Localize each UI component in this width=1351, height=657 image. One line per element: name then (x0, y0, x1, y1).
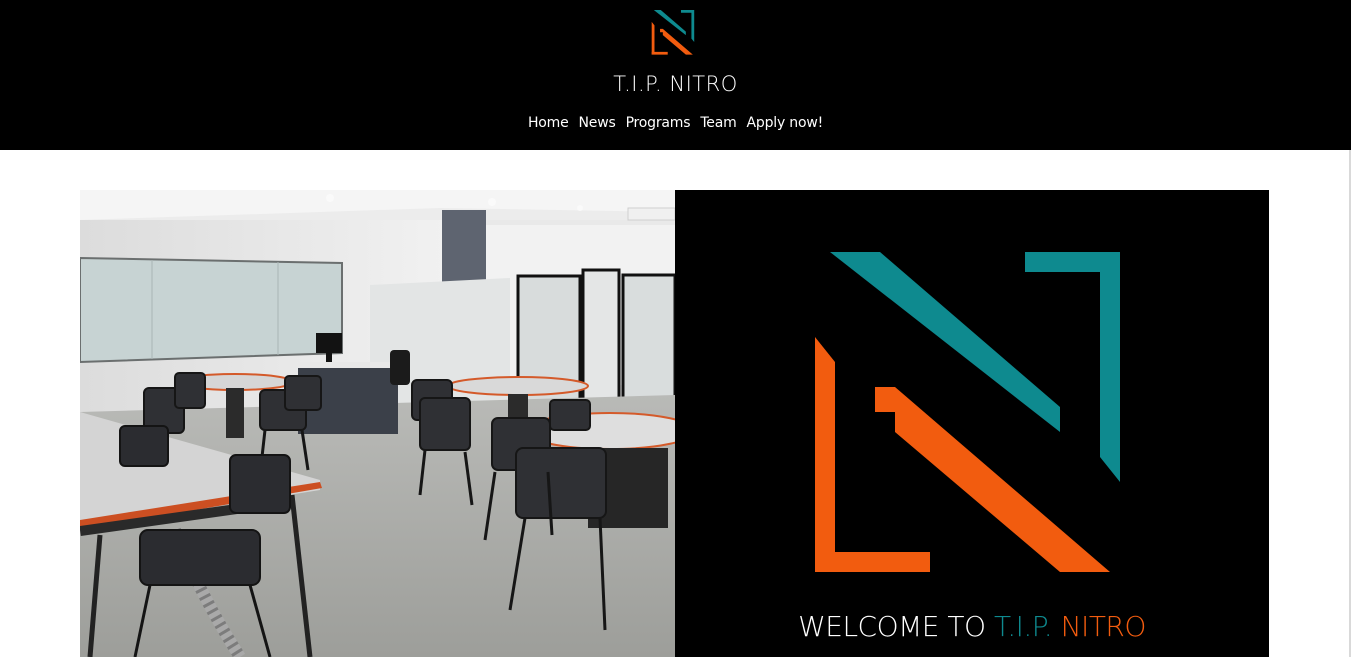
main-nav: Home News Programs Team Apply now! (0, 115, 1351, 131)
site-title[interactable]: T.I.P. NITRO (0, 72, 1351, 96)
welcome-tip: T.I.P. (993, 610, 1053, 643)
nav-programs[interactable]: Programs (626, 115, 691, 131)
welcome-heading: WELCOME TO T.I.P. NITRO (675, 610, 1269, 643)
classroom-photo (80, 190, 675, 657)
nav-apply-now[interactable]: Apply now! (747, 115, 824, 131)
nav-team[interactable]: Team (700, 115, 736, 131)
welcome-nitro: NITRO (1060, 610, 1147, 643)
nav-home[interactable]: Home (528, 115, 569, 131)
welcome-prefix: WELCOME TO (798, 610, 986, 643)
nitro-logo-icon (815, 252, 1120, 572)
nitro-logo-icon[interactable] (651, 10, 697, 56)
brand-panel: WELCOME TO T.I.P. NITRO (675, 190, 1269, 657)
nav-news[interactable]: News (579, 115, 616, 131)
site-header: T.I.P. NITRO Home News Programs Team App… (0, 0, 1351, 150)
